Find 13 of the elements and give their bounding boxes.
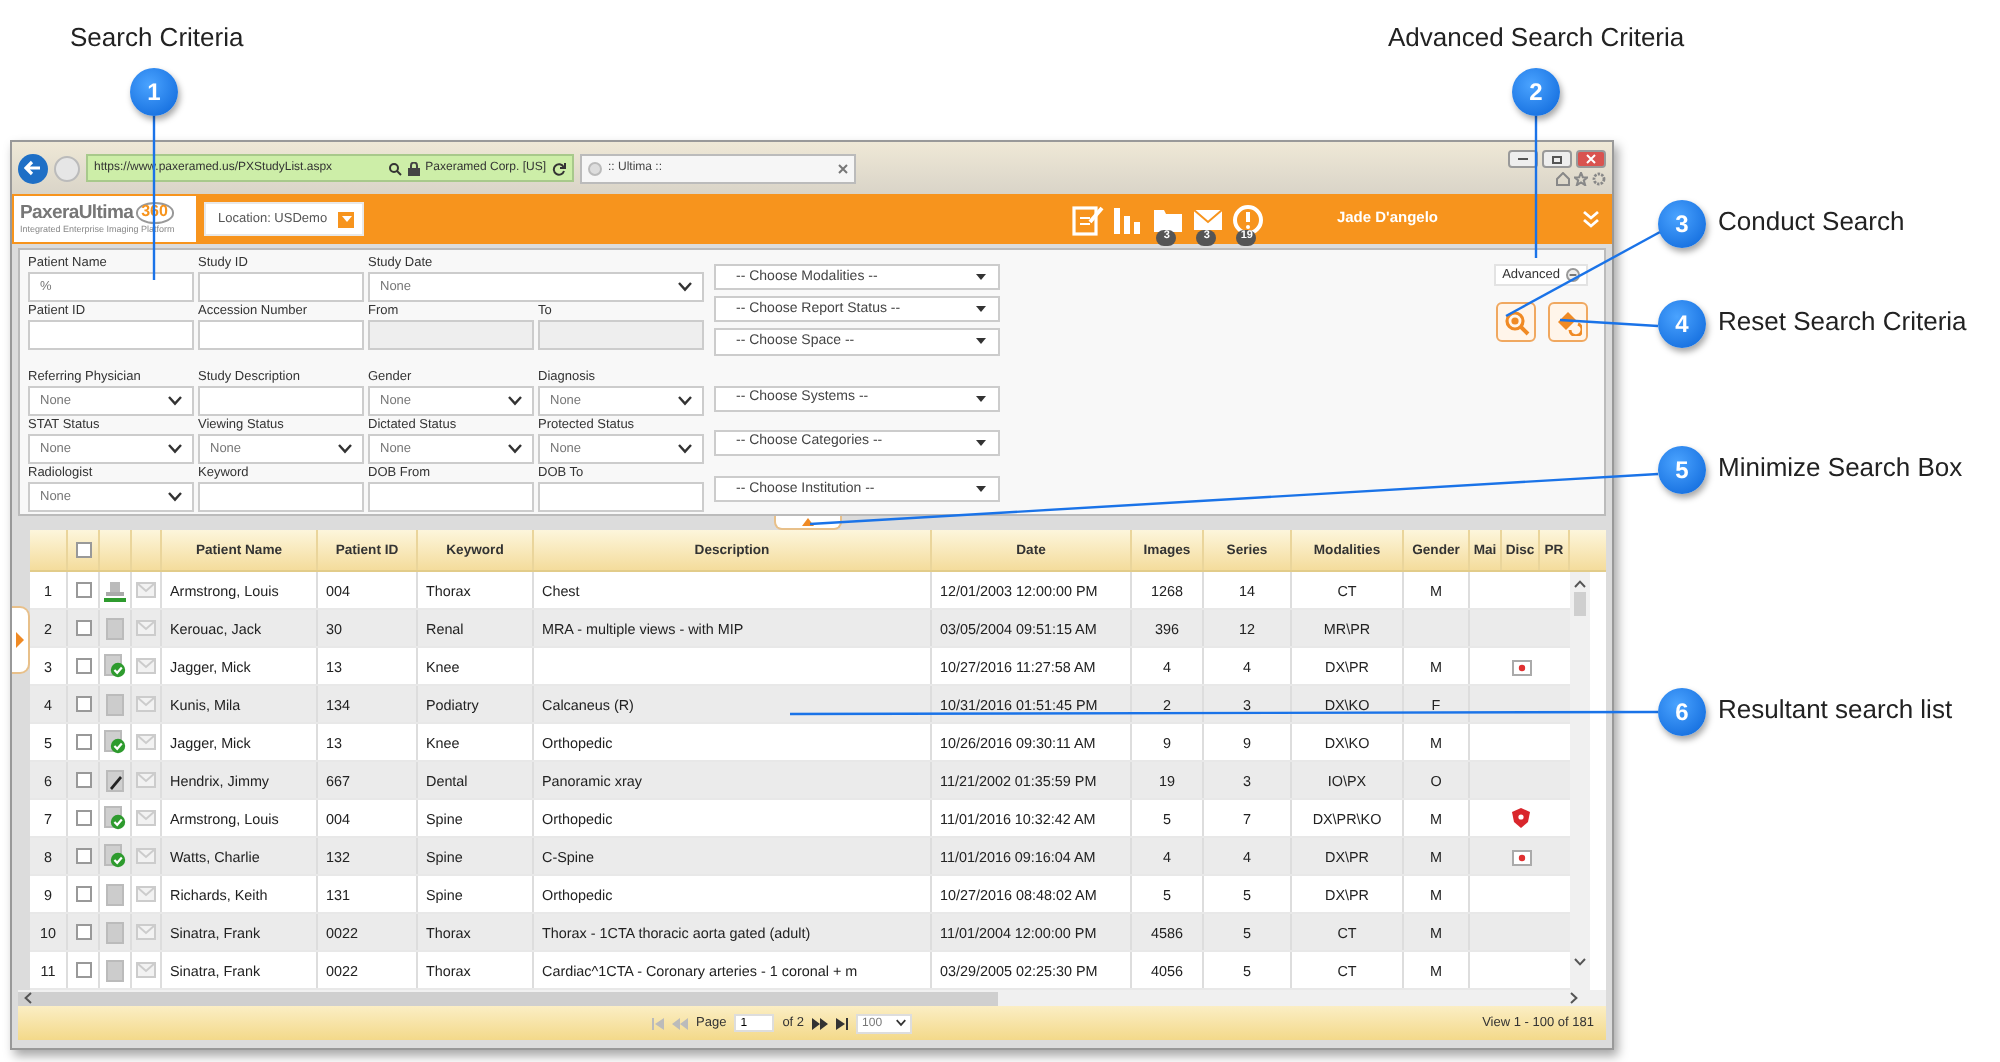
callout-badge: 5 [1658, 446, 1706, 494]
callout-label: Resultant search list [1718, 696, 1953, 725]
callout-label: Advanced Search Criteria [1388, 24, 1685, 53]
callout-badge: 4 [1658, 300, 1706, 348]
logo-text: PaxeraUltima [20, 203, 134, 225]
callout-badge: 6 [1658, 688, 1706, 736]
callout-label: Minimize Search Box [1718, 454, 1963, 483]
callout-badge: 1 [130, 68, 178, 116]
callout-label: Reset Search Criteria [1718, 308, 1967, 337]
callout-label: Conduct Search [1718, 208, 1905, 237]
callout-badge: 2 [1512, 68, 1560, 116]
callout-badge: 3 [1658, 200, 1706, 248]
callout-label: Search Criteria [70, 24, 244, 53]
